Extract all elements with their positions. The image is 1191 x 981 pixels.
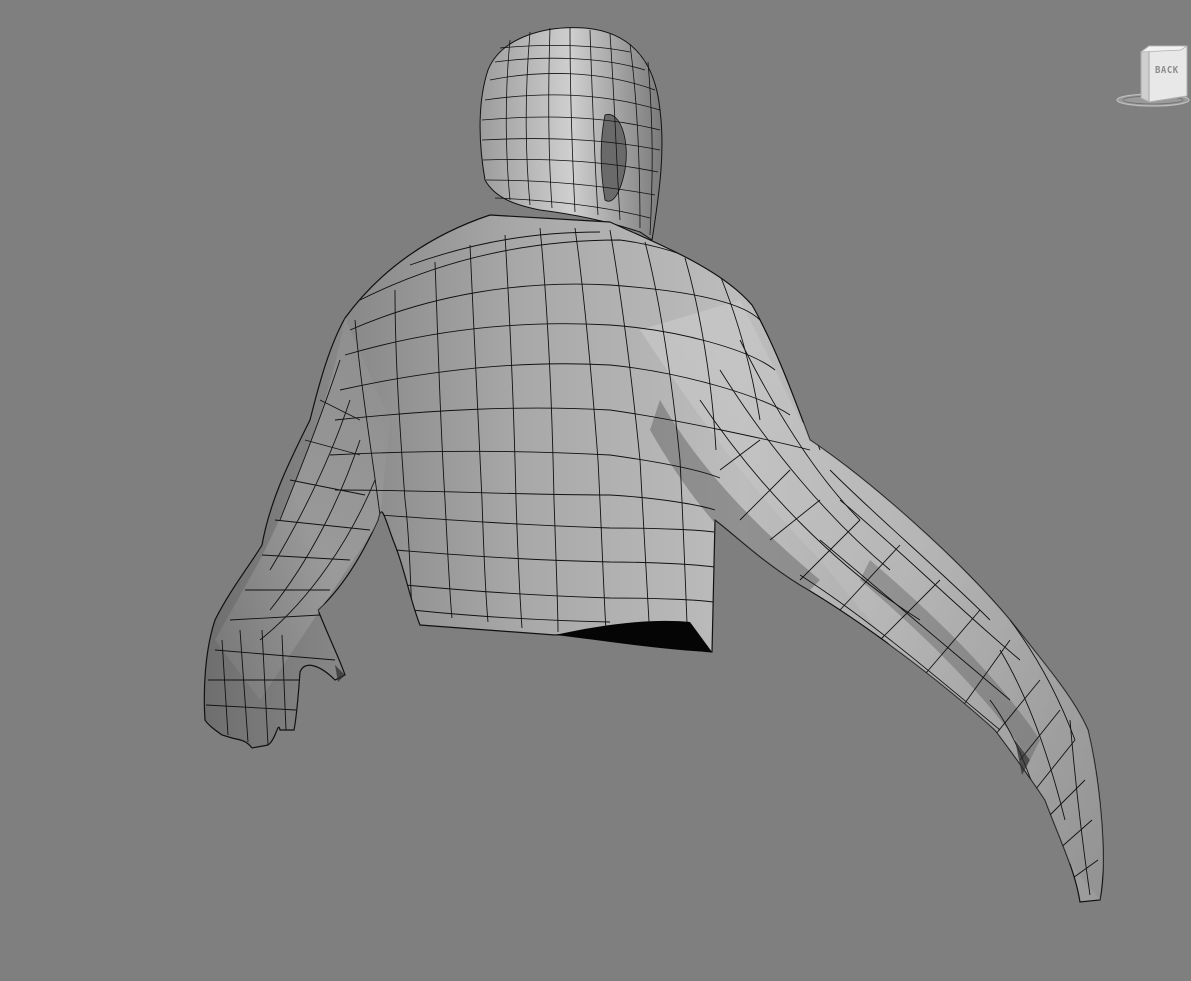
viewcube-face-label[interactable]: BACK [1155,66,1179,77]
mesh-render[interactable] [0,0,1191,981]
3d-viewport[interactable]: BACK [0,0,1191,981]
viewcube[interactable]: BACK [1111,40,1191,120]
head-mesh [479,27,663,241]
